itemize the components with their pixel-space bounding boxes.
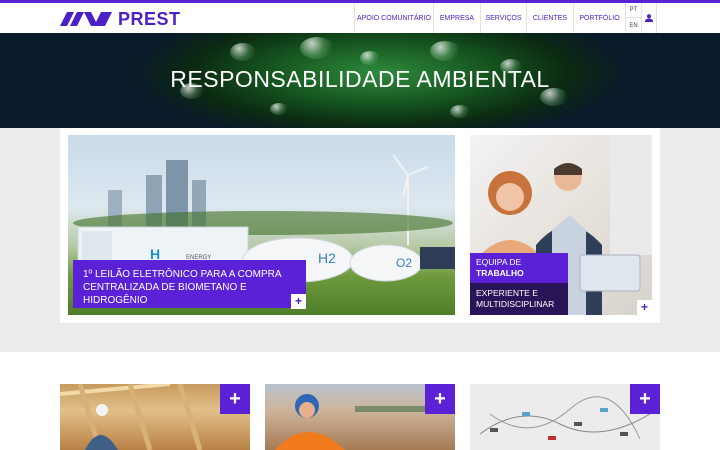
hydrogen-caption[interactable]: 1º LEILÃO ELETRÔNICO PARA A COMPRA CENTR… — [73, 260, 306, 308]
hero-banner: RESPONSABILIDADE AMBIENTAL — [0, 33, 720, 128]
user-button[interactable] — [641, 3, 657, 33]
nav-portfolio[interactable]: PORTFÓLIO — [573, 3, 625, 33]
nav-apoio-comunitario[interactable]: APOIO COMUNITÁRIO — [354, 3, 433, 33]
team-caption-line2: TRABALHO — [476, 268, 524, 278]
o2-tank-label: O2 — [396, 256, 412, 270]
nav-servicos[interactable]: SERVIÇOS — [480, 3, 526, 33]
team-caption-line1: EQUIPA DE — [476, 257, 522, 267]
construction-plus-button[interactable]: + — [220, 384, 250, 414]
language-switcher: PT EN — [625, 3, 641, 33]
lang-en[interactable]: EN — [626, 18, 641, 33]
logo-icon — [60, 12, 112, 26]
team-plus-button[interactable]: + — [637, 300, 652, 315]
main-nav: APOIO COMUNITÁRIO EMPRESA SERVIÇOS CLIEN… — [354, 3, 657, 33]
nav-empresa[interactable]: EMPRESA — [433, 3, 480, 33]
hero-title: RESPONSABILIDADE AMBIENTAL — [170, 66, 550, 92]
lang-pt[interactable]: PT — [626, 3, 641, 18]
engineer-tile[interactable]: + — [265, 384, 455, 450]
user-icon — [645, 14, 653, 22]
network-plus-button[interactable]: + — [630, 384, 660, 414]
site-header: PREST APOIO COMUNITÁRIO EMPRESA SERVIÇOS… — [0, 3, 720, 33]
hydrogen-plus-button[interactable]: + — [291, 294, 306, 309]
construction-tile[interactable]: + — [60, 384, 250, 450]
team-caption-title[interactable]: EQUIPA DE TRABALHO — [470, 253, 568, 283]
logo[interactable]: PREST — [60, 9, 181, 29]
network-map-tile[interactable]: + — [470, 384, 660, 450]
nav-clientes[interactable]: CLIENTES — [526, 3, 573, 33]
logo-text: PREST — [118, 8, 181, 29]
engineer-plus-button[interactable]: + — [425, 384, 455, 414]
h2-tank-label: H2 — [318, 250, 336, 266]
team-caption-subtitle[interactable]: EXPERIENTE E MULTIDISCIPLINAR — [470, 283, 568, 315]
